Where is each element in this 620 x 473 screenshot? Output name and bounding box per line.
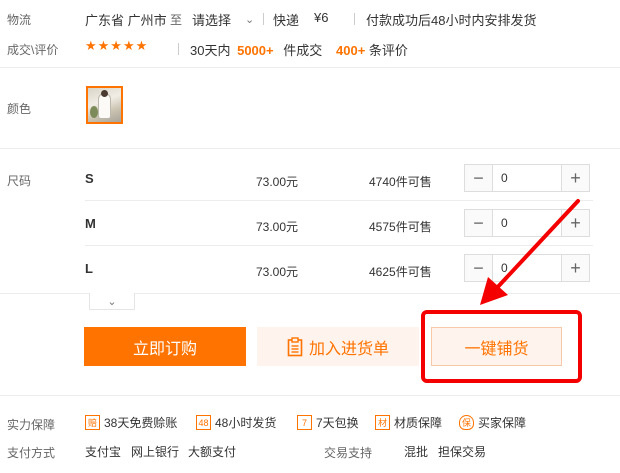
divider — [0, 395, 620, 396]
size-name: M — [85, 216, 96, 231]
express-label: 快递 — [273, 13, 300, 28]
annotation-arrow — [480, 199, 580, 305]
color-label: 颜色 — [7, 102, 32, 116]
deals-label: 成交\评价 — [7, 43, 59, 57]
reviews-link[interactable]: 400+ 条评价 — [336, 40, 408, 59]
guarantee-item: 材 材质保障 — [375, 414, 442, 431]
add-to-cart-button[interactable]: 加入进货单 — [257, 327, 419, 366]
color-option-thumbnail[interactable] — [86, 86, 123, 124]
buyer-protection-icon: 保 — [459, 415, 474, 430]
guarantee-item: 48 48小时发货 — [196, 414, 276, 431]
destination-select[interactable]: 请选择 ⌄ — [192, 10, 254, 29]
size-name: S — [85, 171, 94, 186]
trade-method: 担保交易 — [438, 445, 487, 459]
guarantee-item: 赔 38天免费赊账 — [85, 414, 177, 431]
logistics-label: 物流 — [7, 13, 32, 27]
trade-label: 交易支持 — [324, 446, 373, 460]
size-stock: 4625件可售 — [369, 265, 432, 279]
size-price: 73.00元 — [256, 265, 299, 279]
size-name: L — [85, 261, 93, 276]
separator — [178, 43, 179, 55]
product-image — [90, 106, 98, 118]
size-stock: 4740件可售 — [369, 175, 432, 189]
payment-label: 支付方式 — [7, 446, 56, 460]
deals-days: 30天内 — [190, 43, 231, 58]
collapse-toggle[interactable]: ⌄ — [89, 293, 135, 310]
guarantee-label: 实力保障 — [7, 418, 56, 432]
payment-method: 支付宝 — [85, 445, 122, 459]
plus-button[interactable]: + — [561, 165, 589, 191]
guarantee-item: 7 7天包换 — [297, 414, 359, 431]
material-icon: 材 — [375, 415, 390, 430]
trade-method: 混批 — [404, 445, 429, 459]
deals-count: 5000+ — [237, 43, 274, 58]
separator — [354, 13, 355, 25]
guarantee-item: 保 买家保障 — [459, 414, 526, 431]
chevron-down-icon: ⌄ — [245, 14, 255, 26]
shipping-48h-icon: 48 — [196, 415, 211, 430]
minus-button[interactable]: − — [465, 165, 493, 191]
payment-method: 网上银行 — [131, 445, 180, 459]
size-label: 尺码 — [7, 174, 32, 188]
deals-count-suffix: 件成交 — [283, 43, 323, 58]
divider — [0, 67, 620, 68]
shipping-fee: ¥6 — [314, 10, 329, 25]
credit-icon: 赔 — [85, 415, 100, 430]
quantity-input[interactable]: 0 — [493, 165, 561, 191]
deals-summary: 30天内 5000+ 件成交 — [190, 40, 322, 59]
chevron-down-icon: ⌄ — [107, 295, 117, 308]
destination-value: 请选择 — [192, 13, 232, 28]
add-to-cart-label: 加入进货单 — [308, 340, 389, 358]
payment-method: 大额支付 — [188, 445, 237, 459]
rating-stars: ★★★★★ — [85, 38, 149, 53]
size-stock: 4575件可售 — [369, 220, 432, 234]
separator — [263, 13, 264, 25]
to-text: 至 — [170, 13, 183, 27]
exchange-7day-icon: 7 — [297, 415, 312, 430]
reviews-suffix: 条评价 — [368, 43, 408, 58]
size-price: 73.00元 — [256, 220, 299, 234]
size-price: 73.00元 — [256, 175, 299, 189]
divider — [0, 148, 620, 149]
reviews-count: 400+ — [336, 43, 366, 58]
origin-location: 广东省 广州市 — [85, 13, 167, 28]
buy-now-button[interactable]: 立即订购 — [84, 327, 246, 366]
annotation-highlight-box — [421, 310, 582, 383]
clipboard-icon — [287, 336, 303, 356]
shipping-note: 付款成功后48小时内安排发货 — [366, 13, 537, 28]
quantity-stepper: − 0 + — [464, 164, 590, 192]
